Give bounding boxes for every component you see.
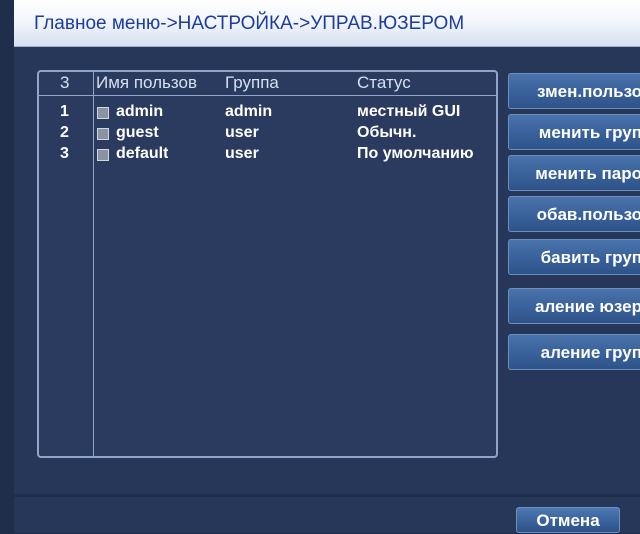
button-label: бавить груп	[540, 248, 640, 267]
page-title: Главное меню->НАСТРОЙКА->УПРАВ.ЮЗЕРОМ	[34, 13, 465, 34]
delete-group-button[interactable]: аление груп	[508, 334, 640, 370]
modify-password-button[interactable]: менить паро	[508, 155, 640, 191]
header-status: Статус	[357, 73, 411, 92]
button-label: змен.пользо	[537, 82, 640, 101]
button-label: обав.пользо	[536, 205, 640, 224]
modify-group-button[interactable]: менить груп	[508, 114, 640, 150]
user-status: Обычн.	[357, 124, 417, 141]
title-bar: Главное меню->НАСТРОЙКА->УПРАВ.ЮЗЕРОМ	[14, 0, 640, 47]
button-label: менить груп	[538, 123, 640, 142]
header-divider	[39, 95, 496, 96]
button-label: аление юзер	[535, 297, 640, 316]
modify-user-button[interactable]: змен.пользо	[508, 73, 640, 109]
row-checkbox[interactable]	[97, 107, 109, 119]
user-status: По умолчанию	[357, 145, 474, 162]
header-group: Группа	[225, 73, 279, 92]
row-checkbox[interactable]	[97, 149, 109, 161]
row-number: 2	[60, 124, 69, 141]
add-user-button[interactable]: обав.пользо	[508, 196, 640, 232]
user-name: guest	[116, 124, 159, 141]
user-group: admin	[225, 103, 273, 120]
user-status: местный GUI	[357, 103, 461, 120]
add-group-button[interactable]: бавить груп	[508, 239, 640, 275]
button-label: аление груп	[540, 343, 640, 362]
header-username: Имя пользов	[96, 73, 197, 92]
row-number: 1	[60, 103, 69, 120]
row-number: 3	[60, 145, 69, 162]
delete-user-button[interactable]: аление юзер	[508, 288, 640, 324]
user-name: default	[116, 145, 169, 162]
cancel-button[interactable]: Отмена	[516, 507, 620, 533]
user-name: admin	[116, 103, 164, 120]
row-checkbox[interactable]	[97, 128, 109, 140]
header-count: 3	[60, 73, 70, 92]
button-label: менить паро	[535, 164, 640, 183]
user-group: user	[225, 145, 259, 162]
user-group: user	[225, 124, 259, 141]
column-divider	[93, 72, 94, 456]
